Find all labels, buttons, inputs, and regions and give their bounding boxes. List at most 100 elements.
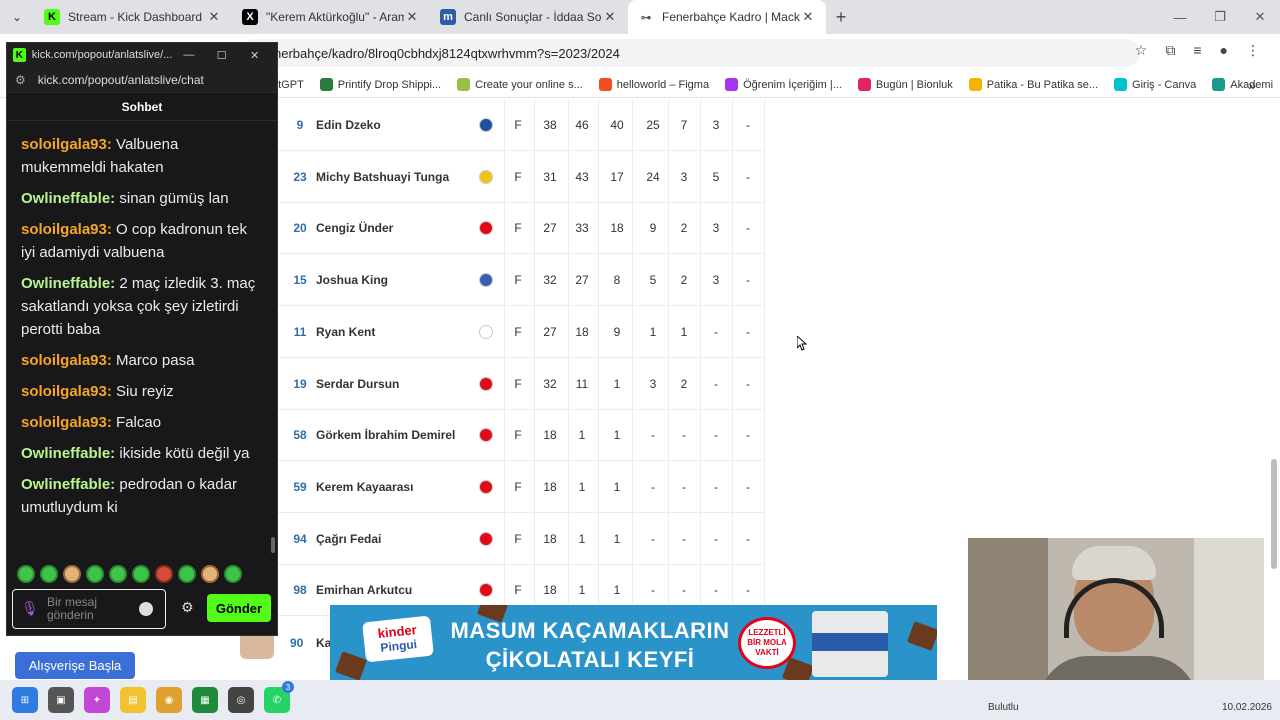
chat-username[interactable]: Owlineffable: — [21, 476, 115, 493]
stat-cell: - — [682, 479, 686, 494]
emote-icon[interactable] — [86, 565, 104, 583]
chat-settings-gear-icon[interactable]: ⚙ — [181, 599, 194, 616]
bookmark-item[interactable]: Akademi — [1212, 78, 1273, 91]
page-scrollbar[interactable] — [1270, 99, 1278, 679]
player-name[interactable]: Çağrı Fedai — [316, 513, 476, 565]
chat-username[interactable]: soloilgala93: — [21, 221, 112, 238]
table-row[interactable]: 11 Ryan Kent F 27 18 9 1 1- - — [278, 306, 764, 358]
browser-tab[interactable]: ⊶ Fenerbahçe Kadro | Mackolik.com✕ — [628, 0, 826, 34]
windows-start-icon[interactable]: ⊞ — [12, 687, 38, 713]
store-icon[interactable]: ▦ — [192, 687, 218, 713]
tab-close-icon[interactable]: ✕ — [404, 9, 420, 25]
bookmark-item[interactable]: Giriş - Canva — [1114, 78, 1196, 91]
obs-icon[interactable]: ◎ — [228, 687, 254, 713]
player-name[interactable]: Ryan Kent — [316, 306, 476, 358]
chat-maximize-icon[interactable]: ☐ — [205, 49, 238, 62]
stat-cell: 11 — [575, 376, 589, 391]
chat-message: soloilgala93: Valbuena mukemmeldi hakate… — [21, 133, 265, 179]
ad-banner[interactable]: kinder Pingui MASUM KAÇAMAKLARIN ÇİKOLAT… — [330, 605, 937, 680]
chat-username[interactable]: soloilgala93: — [21, 136, 112, 153]
minimize-icon[interactable]: — — [1160, 0, 1200, 34]
chat-username[interactable]: Owlineffable: — [21, 445, 115, 462]
emote-icon[interactable] — [17, 565, 35, 583]
url-field[interactable]: nerbahçe/kadro/8lroq0cbhdxj8124qtxwrhvmm… — [240, 39, 1140, 67]
player-name[interactable]: Edin Dzeko — [316, 99, 476, 151]
chrome-icon[interactable]: ◉ — [156, 687, 182, 713]
shop-button[interactable]: Alışverişe Başla — [15, 652, 135, 679]
stat-cell: 43 — [575, 169, 589, 184]
emote-icon[interactable] — [40, 565, 58, 583]
emote-icon[interactable] — [132, 565, 150, 583]
player-name[interactable]: Joshua King — [316, 254, 476, 306]
chat-minimize-icon[interactable]: — — [172, 49, 205, 61]
chat-username[interactable]: Owlineffable: — [21, 190, 115, 207]
bookmark-item[interactable]: Öğrenim İçeriğim |... — [725, 78, 842, 91]
send-button[interactable]: Gönder — [207, 594, 271, 622]
tab-search-chevron-icon[interactable]: ⌄ — [0, 0, 34, 34]
stat-cell: 46 — [575, 118, 589, 132]
media-controls-icon[interactable]: ≡ — [1193, 42, 1201, 59]
profile-avatar-icon[interactable]: ● — [1220, 42, 1228, 59]
chocolate-piece-icon — [335, 651, 367, 680]
emote-icon[interactable] — [109, 565, 127, 583]
table-row[interactable]: 58 Görkem İbrahim Demirel F 18 1 1 - - - - — [278, 409, 764, 462]
file-explorer-icon[interactable]: ▤ — [120, 687, 146, 713]
chat-close-icon[interactable]: ✕ — [238, 49, 271, 62]
new-tab-button[interactable]: + — [826, 7, 856, 28]
tab-close-icon[interactable]: ✕ — [602, 9, 618, 25]
bookmark-item[interactable]: helloworld – Figma — [598, 78, 709, 91]
site-info-icon[interactable]: ⚙ — [15, 73, 26, 87]
browser-tab[interactable]: X "Kerem Aktürkoğlu" - Arama / X✕ — [232, 0, 430, 34]
player-name[interactable]: Kerem Kayaarası — [316, 461, 476, 513]
nationality-flag-icon — [476, 513, 496, 565]
bookmark-favicon-icon — [319, 78, 333, 91]
table-row[interactable]: 15 Joshua King F 32 27 8 5 2 3 - — [278, 254, 764, 307]
bookmark-item[interactable]: Printify Drop Shippi... — [319, 78, 441, 91]
bookmark-favicon-icon — [968, 78, 982, 91]
player-name[interactable]: Serdar Dursun — [316, 358, 476, 410]
task-view-icon[interactable]: ▣ — [48, 687, 74, 713]
tab-close-icon[interactable]: ✕ — [800, 9, 816, 25]
bookmarks-overflow-icon[interactable]: » — [1248, 77, 1256, 93]
emote-icon[interactable] — [155, 565, 173, 583]
copilot-icon[interactable]: ✦ — [84, 687, 110, 713]
scrollbar-thumb[interactable] — [1271, 459, 1277, 569]
whatsapp-icon[interactable]: ✆ 3 — [264, 681, 294, 713]
table-row[interactable]: 9 Edin Dzeko F 38 46 40 25 7 3 - — [278, 99, 764, 151]
browser-tab[interactable]: m Canlı Sonuçlar - İddaa Sonuçları✕ — [430, 0, 628, 34]
chat-username[interactable]: soloilgala93: — [21, 352, 112, 369]
close-icon[interactable]: ✕ — [1240, 0, 1280, 34]
emote-icon[interactable] — [178, 565, 196, 583]
table-row[interactable]: 59 Kerem Kayaarası F 18 1 1 - - - - — [278, 461, 764, 513]
extensions-icon[interactable]: ⧉ — [1165, 42, 1175, 59]
chat-username[interactable]: soloilgala93: — [21, 414, 112, 431]
tab-close-icon[interactable]: ✕ — [206, 9, 222, 25]
table-row[interactable]: 19 Serdar Dursun F 32 11 1 3 2- - — [278, 358, 764, 410]
emote-icon[interactable] — [224, 565, 242, 583]
browser-tab[interactable]: K Stream - Kick Dashboard ✕ — [34, 0, 232, 34]
bookmark-item[interactable]: Bugün | Bionluk — [857, 78, 953, 91]
chocolate-piece-icon — [907, 621, 937, 651]
chat-username[interactable]: Owlineffable: — [21, 275, 115, 292]
maximize-icon[interactable]: ❐ — [1200, 0, 1240, 34]
bookmark-item[interactable]: Patika - Bu Patika se... — [968, 78, 1098, 91]
chat-scrollbar[interactable] — [271, 537, 275, 553]
player-name[interactable]: Görkem İbrahim Demirel — [316, 409, 476, 461]
chat-message-text: Falcao — [116, 414, 162, 431]
table-row[interactable]: 94 Çağrı Fedai F 18 1 1 - - - - — [278, 513, 764, 565]
table-row[interactable]: 23 Michy Batshuayi Tunga F 31 43 17 24 3 5 - — [278, 151, 764, 203]
player-name[interactable]: Michy Batshuayi Tunga — [316, 151, 476, 203]
emote-icon[interactable] — [63, 565, 81, 583]
player-name[interactable]: Cengiz Ünder — [316, 202, 476, 254]
emoji-picker-icon[interactable] — [139, 602, 153, 616]
chat-message-input[interactable]: 🎙 Bir mesaj gönderin — [12, 589, 166, 629]
microphone-icon[interactable]: 🎙 — [21, 600, 39, 618]
stat-cell: 31 — [543, 169, 557, 184]
bookmark-item[interactable]: Create your online s... — [457, 78, 583, 91]
chat-username[interactable]: soloilgala93: — [21, 383, 112, 400]
emote-icon[interactable] — [201, 565, 219, 583]
table-row[interactable]: 20 Cengiz Ünder F 27 33 18 9 2 3 - — [278, 202, 764, 255]
browser-menu-icon[interactable]: ⋮ — [1246, 42, 1260, 59]
bosnia-flag-icon — [479, 118, 493, 132]
bookmark-star-icon[interactable]: ☆ — [1135, 42, 1148, 59]
